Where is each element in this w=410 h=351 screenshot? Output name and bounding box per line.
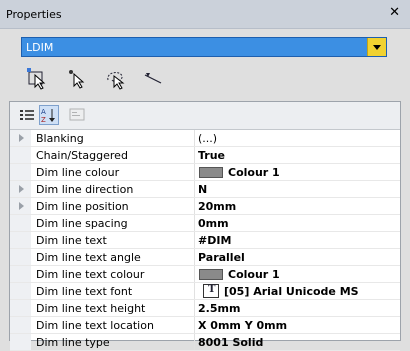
property-value[interactable]: X 0mm Y 0mm (198, 319, 287, 332)
property-value[interactable]: Parallel (198, 251, 245, 264)
property-row[interactable]: Dim line spacing 0mm (10, 215, 400, 232)
property-value[interactable]: 2.5mm (198, 302, 240, 315)
column-divider (194, 215, 195, 231)
property-name: Blanking (36, 132, 84, 145)
row-gutter (10, 164, 31, 180)
svg-text:A: A (41, 108, 46, 116)
colour-swatch (199, 269, 223, 280)
row-gutter (10, 266, 31, 282)
property-row[interactable]: Chain/Staggered True (10, 147, 400, 164)
property-name: Dim line position (36, 200, 129, 213)
row-gutter (10, 300, 31, 316)
pick-point-icon[interactable] (66, 66, 88, 90)
property-value[interactable]: 8001 Solid (198, 336, 263, 349)
property-row[interactable]: Dim line text angle Parallel (10, 249, 400, 266)
expand-arrow-icon[interactable] (19, 202, 24, 210)
grid-toolbar: A Z (10, 102, 400, 130)
svg-text:Z: Z (41, 116, 46, 124)
selector-value: LDIM (26, 41, 54, 54)
chevron-down-icon[interactable] (367, 38, 386, 56)
row-gutter (10, 215, 31, 231)
categorized-icon[interactable] (17, 105, 37, 125)
property-name: Dim line direction (36, 183, 134, 196)
property-value[interactable]: [05] Arial Unicode MS (224, 285, 359, 298)
select-add-icon[interactable] (26, 66, 48, 90)
property-name: Chain/Staggered (36, 149, 128, 162)
window-title: Properties (6, 8, 62, 21)
property-row[interactable]: Dim line type 8001 Solid (10, 334, 400, 351)
property-grid: Blanking (...) Chain/Staggered True Dim line… (10, 130, 400, 351)
column-divider (194, 317, 195, 333)
property-value[interactable]: Colour 1 (228, 268, 280, 281)
column-divider (194, 283, 195, 299)
property-name: Dim line text height (36, 302, 146, 315)
row-gutter (10, 147, 31, 163)
column-divider (194, 300, 195, 316)
property-value[interactable]: 20mm (198, 200, 236, 213)
row-gutter (10, 334, 31, 350)
column-divider (194, 181, 195, 197)
column-divider (194, 198, 195, 214)
property-value[interactable]: 0mm (198, 217, 229, 230)
property-grid-panel: A Z Blanking (...) Chain/Staggered True Dim … (9, 101, 401, 351)
lasso-select-icon[interactable] (104, 66, 126, 90)
alphabetical-sort-icon[interactable]: A Z (39, 105, 59, 125)
column-divider (194, 334, 195, 350)
property-name: Dim line text location (36, 319, 154, 332)
column-divider (194, 232, 195, 248)
row-gutter (10, 232, 31, 248)
property-row[interactable]: Dim line position 20mm (10, 198, 400, 215)
property-row[interactable]: Dim line text #DIM (10, 232, 400, 249)
property-pages-icon[interactable] (67, 105, 87, 125)
colour-swatch (199, 167, 223, 178)
property-name: Dim line text colour (36, 268, 145, 281)
line-pick-icon[interactable] (142, 66, 164, 90)
column-divider (194, 266, 195, 282)
property-name: Dim line type (36, 336, 110, 349)
property-value[interactable]: True (198, 149, 225, 162)
property-name: Dim line colour (36, 166, 120, 179)
property-value[interactable]: #DIM (198, 234, 231, 247)
row-gutter (10, 283, 31, 299)
property-name: Dim line text (36, 234, 107, 247)
expand-arrow-icon[interactable] (19, 134, 24, 142)
column-divider (194, 164, 195, 180)
close-icon[interactable]: ✕ (389, 6, 400, 20)
property-name: Dim line text font (36, 285, 133, 298)
properties-title-bar: Properties ✕ (0, 0, 410, 29)
property-row[interactable]: Blanking (...) (10, 130, 400, 147)
property-row[interactable]: Dim line text height 2.5mm (10, 300, 400, 317)
column-divider (194, 147, 195, 163)
row-gutter (10, 249, 31, 265)
property-value[interactable]: (...) (198, 132, 217, 145)
property-row[interactable]: Dim line text font [05] Arial Unicode MS (10, 283, 400, 300)
property-value[interactable]: N (198, 183, 207, 196)
property-row[interactable]: Dim line text location X 0mm Y 0mm (10, 317, 400, 334)
expand-arrow-icon[interactable] (19, 185, 24, 193)
property-name: Dim line spacing (36, 217, 128, 230)
column-divider (194, 130, 195, 146)
property-value[interactable]: Colour 1 (228, 166, 280, 179)
row-gutter (10, 317, 31, 333)
column-divider (194, 249, 195, 265)
property-name: Dim line text angle (36, 251, 141, 264)
font-icon (203, 284, 219, 298)
property-row[interactable]: Dim line text colour Colour 1 (10, 266, 400, 283)
element-type-selector[interactable]: LDIM (21, 37, 387, 57)
property-row[interactable]: Dim line colour Colour 1 (10, 164, 400, 181)
property-row[interactable]: Dim line direction N (10, 181, 400, 198)
